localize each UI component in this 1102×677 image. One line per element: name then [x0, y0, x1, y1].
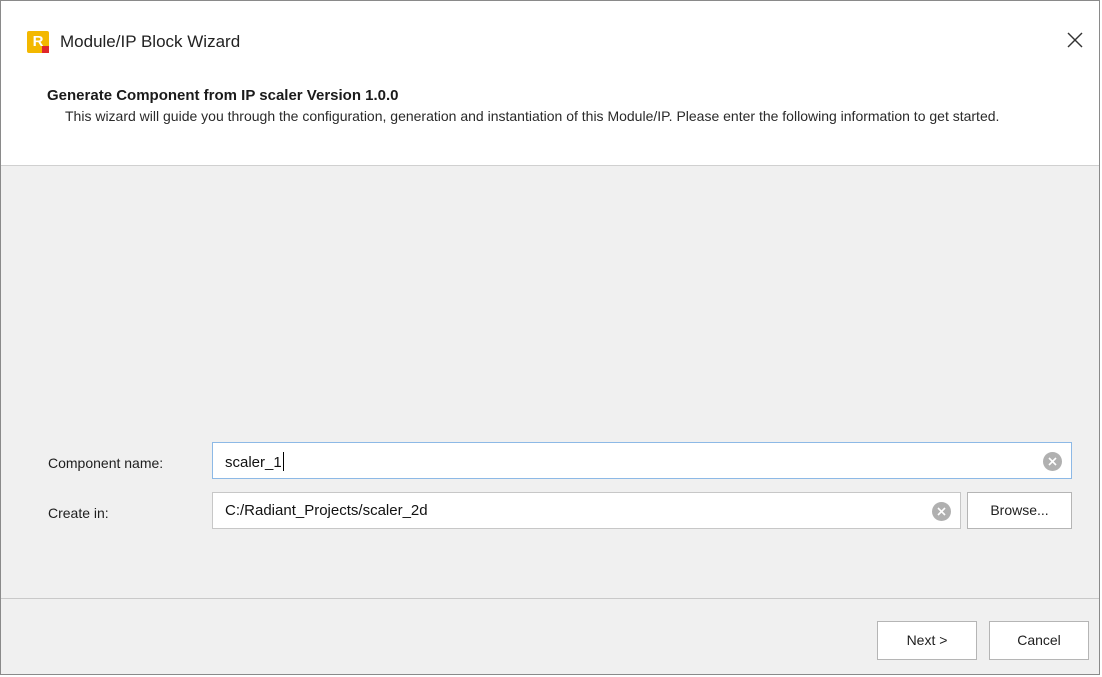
clear-icon [1048, 457, 1057, 466]
wizard-header: Generate Component from IP scaler Versio… [1, 73, 1099, 166]
wizard-window: R Module/IP Block Wizard Generate Compon… [0, 0, 1100, 675]
radiant-app-icon: R [27, 31, 49, 53]
text-caret [282, 452, 284, 471]
component-name-label: Component name: [48, 455, 164, 471]
window-title: Module/IP Block Wizard [60, 32, 241, 51]
component-name-input[interactable]: scaler_1 [212, 442, 1072, 479]
next-button[interactable]: Next > [877, 621, 977, 660]
footer-divider [1, 598, 1099, 599]
create-in-label: Create in: [48, 505, 109, 521]
component-name-value: scaler_1 [225, 454, 282, 471]
create-in-clear-button[interactable] [932, 502, 951, 521]
title-bar: R Module/IP Block Wizard [1, 1, 1099, 73]
clear-icon [937, 507, 946, 516]
wizard-heading: Generate Component from IP scaler Versio… [47, 87, 399, 104]
create-in-value: C:/Radiant_Projects/scaler_2d [225, 502, 428, 519]
close-button[interactable] [1051, 21, 1099, 61]
close-icon [1067, 32, 1083, 48]
wizard-description: This wizard will guide you through the c… [65, 108, 1000, 124]
component-name-clear-button[interactable] [1043, 452, 1062, 471]
browse-button[interactable]: Browse... [967, 492, 1072, 529]
cancel-button[interactable]: Cancel [989, 621, 1089, 660]
create-in-input[interactable]: C:/Radiant_Projects/scaler_2d [212, 492, 961, 529]
